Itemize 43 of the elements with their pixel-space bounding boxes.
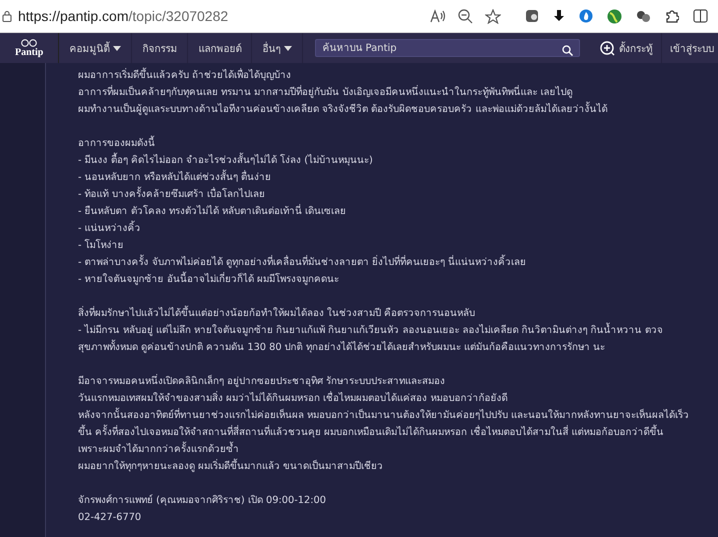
lock-icon (2, 10, 12, 22)
caret-icon (113, 46, 122, 50)
post-text-line: - ตาพล่าบางครั้ง จับภาพไม่ค่อยได้ ดูทุกอย่างที่เคลื่อนที่มันช่างลายตา ยิ่งไปที่ที่คนเยอะๆ นี่แน่นหว่างคิ้วเลย (78, 254, 690, 271)
post-text-line: ขึ้น ครั้งที่สองไปเจอหมอให้จำสถานที่สี่สถานที่แล้วชวนคุย ผมบอกเหมือนเดิมไม่ได้กินผมหรอก เชื่อไหมตอบได้สามในสี่ แต่หมอก้อบอกว่าดีขึ้น (78, 424, 690, 441)
search-field[interactable]: ค้นหาบน Pantip (315, 39, 580, 57)
caret-icon (284, 46, 292, 50)
post-text-line: 02-427-6770 (78, 511, 142, 525)
zoom-out-icon[interactable] (458, 8, 473, 24)
download-icon[interactable] (553, 10, 565, 22)
post-text-line: - ยืนหลับตา ตัวโคลง ทรงตัวไม่ได้ หลับตาเดินต่อเท้านี่ เดินเซเลย (78, 203, 348, 219)
post-text-line: สิ่งที่ผมรักษาไปแล้วไม่ได้ขึ้นแต่อย่างน้อยก้อทำให้ผมได้ลอง ในช่วงสามปี คือตรวจการนอนหลับ (78, 305, 690, 322)
login-link[interactable]: เข้าสู่ระบบ (662, 33, 718, 63)
post-text-line: - นอนหลับยาก หรือหลับได้แต่ช่วงสั้นๆ ตื่นง่าย (78, 169, 690, 186)
post-text-line: - หายใจตันจมูกซ้าย อันนี้อาจไม่เกี่ยวก็ได้ ผมมีโพรงจมูกคดนะ (78, 271, 690, 288)
search-icon (562, 45, 573, 56)
post-text-line: วันแรกหมอเทสผมให้จำของสามสิ่ง ผมว่าไม่ได้กินผมหรอก เชื่อไหมผมตอบได้แค่สอง หมอบอกว่าก้อยังดี (78, 390, 508, 406)
puzzle-icon[interactable] (665, 9, 679, 23)
star-icon[interactable] (485, 8, 501, 24)
nav-menu-item[interactable]: แลกพอยต์ (188, 33, 252, 63)
post-text-line: - ท้อแท้ บางครั้งคล้ายซึมเศร้า เบื่อโลกไปเลย (78, 186, 690, 203)
nav-menu-item[interactable]: กิจกรรม (132, 33, 188, 63)
post-text-line: ผมอยากให้ทุกๆหายนะลองดู ผมเริ่มดีขึ้นมากแล้ว ขนาดเป็นมาสามปีเชียว (78, 458, 690, 475)
post-text-line: เพราะผมจำได้มากกว่าครั้งแรกด้วยซ้ำ (78, 441, 690, 458)
post-text-line: หลังจากนั้นสองอาทิตย์ที่ทานยาช่วงแรกไม่ค่อยเห็นผล หมอบอกว่าเป็นมานานต้องให้ยามันค่อยๆไปปรับ และนอนให้มากหลังทานยาจะเห็นผลได้เร็ว (78, 407, 690, 424)
spheres-icon[interactable] (636, 10, 651, 22)
plus-icon (600, 40, 615, 56)
post-text-line: มีอาจารหมอคนหนึ่งเปิดคลินิกเล็กๆ อยู่ปากซอยประชาอุทิศ รักษาระบบประสาทและสมอง (78, 373, 446, 389)
split-screen-icon[interactable] (693, 9, 708, 23)
post-text-line: อาการของผมดังนี้ (78, 135, 690, 152)
post-text-line: สุขภาพทั้งหมด ดูค่อนข้างปกติ ความดัน 130 80 ปกติ ทุกอย่างได้ได้ช่วยได้เลยสำหรับผมนะ แต่มันก้อคือแนวทางการรักษา นะ (78, 339, 690, 356)
extension-icon[interactable] (525, 9, 539, 23)
post-text-line: - โมโหง่าย (78, 238, 125, 253)
post-text-line: - แน่นหว่างคิ้ว (78, 220, 690, 237)
post-text-line: อาการที่ผมเป็นคล้ายๆกับทุคนเลย ทรมาน มากสามปีที่อยู่กับมัน บังเอิญเจอมีคนหนึ่งแนะนำในกระทู้พันทิพนี่และ เลยไปดู (78, 84, 574, 100)
post-text-line: ผมอาการเริ่มดีขึ้นแล้วครับ ถ้าช่วยได้เพื่อได้บุญบ้าง (78, 67, 690, 84)
nav-menu-item[interactable]: คอมมูนิตี้ (59, 33, 132, 63)
post-text-line: จักรพงศ์การแพทย์ (คุณหมอจากศิริราช) เปิด 09:00-12:00 (78, 493, 327, 508)
post-text-line: - มีนงง ตื้อๆ คิดไรไม่ออก จำอะไรช่วงสั้นๆไม่ได้ โง่ลง (ไม่บ้านหมุนนะ) (78, 152, 690, 169)
post-text-line: - ไม่มีกรน หลับอยู่ แต่ไม่ลึก หายใจตันจมูกซ้าย กินยาแก้แพ้ กินยาแก้เวียนหัว ลองนอนเยอะ ลองไม่เคลียด กินวิตามินต่างๆ กินน้ำหวาน ตวจ (78, 322, 690, 339)
nav-menu-item[interactable]: อื่นๆ (252, 33, 304, 63)
post-text-line: ผมทำงานเป็นผู้ดูแลระบบทางด้านไอทีงานค่อนข้างเคลียด จริงจังชีวิต ต้องรับผิดชอบครอบครัว และพ่อแม่ด้วยล้มได้เลยว่างั้นได้ (78, 101, 690, 118)
new-topic-button[interactable]: ตั้งกระทู้ (592, 33, 662, 63)
read-aloud-icon[interactable] (430, 9, 446, 23)
